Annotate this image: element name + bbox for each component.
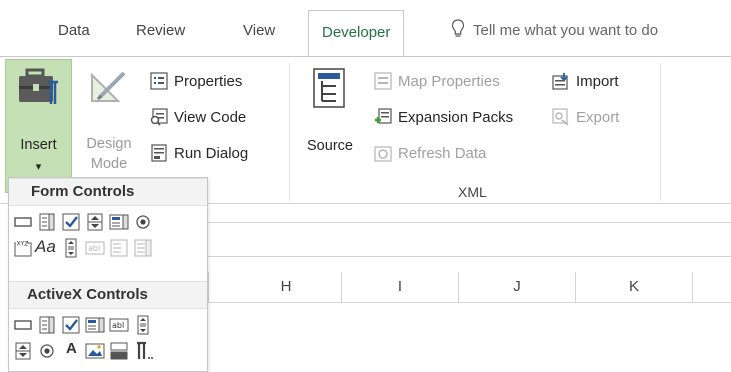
export-icon: [552, 108, 569, 126]
command-button-activex-icon[interactable]: [13, 315, 33, 335]
map-properties-button[interactable]: Map Properties: [374, 69, 500, 93]
column-header-i[interactable]: I: [341, 272, 458, 302]
group-separator: [660, 63, 661, 201]
label-activex-control[interactable]: A: [66, 340, 86, 360]
spin-button-control-icon[interactable]: [85, 212, 105, 232]
scroll-bar-control-icon[interactable]: [61, 238, 81, 258]
expansion-packs-button[interactable]: Expansion Packs: [374, 105, 513, 129]
list-box-activex-icon[interactable]: [85, 315, 105, 335]
tab-data[interactable]: Data: [58, 22, 90, 39]
view-code-label: View Code: [174, 108, 247, 126]
design-mode-icon: [91, 71, 126, 102]
view-code-button[interactable]: View Code: [150, 105, 246, 129]
insert-controls-dropdown: Form Controls XYZ Aa abl ActiveX Control…: [8, 177, 208, 372]
properties-button[interactable]: Properties: [150, 69, 242, 93]
import-label: Import: [576, 72, 619, 90]
text-box-activex-icon[interactable]: abl: [109, 315, 129, 335]
import-icon: [552, 73, 568, 90]
xml-group-label: XML: [458, 184, 487, 200]
more-controls-icon[interactable]: [133, 341, 153, 361]
excel-window: Data Review View Developer Tell me what …: [0, 0, 731, 372]
insert-button[interactable]: Insert ▾: [5, 59, 72, 193]
xml-source-icon: [313, 68, 345, 108]
spin-button-activex-icon[interactable]: [13, 341, 33, 361]
option-button-control-icon[interactable]: [133, 212, 153, 232]
group-box-control-icon[interactable]: XYZ: [13, 238, 33, 258]
svg-text:XYZ: XYZ: [17, 241, 29, 248]
design-mode-line2: Mode: [90, 156, 128, 172]
source-button[interactable]: Source: [300, 67, 360, 177]
ribbon-tab-bar: Data Review View Developer Tell me what …: [0, 0, 731, 57]
refresh-data-icon: [374, 146, 392, 162]
column-header-k[interactable]: K: [575, 272, 692, 302]
tab-developer[interactable]: Developer: [308, 10, 405, 57]
text-field-control-icon[interactable]: abl: [85, 238, 105, 258]
properties-icon: [150, 72, 168, 90]
insert-label: Insert: [20, 137, 57, 153]
map-properties-label: Map Properties: [398, 72, 500, 90]
refresh-data-label: Refresh Data: [398, 144, 487, 162]
combo-box-control-icon[interactable]: [37, 212, 57, 232]
import-button[interactable]: Import: [552, 69, 619, 93]
tab-review[interactable]: Review: [136, 22, 185, 39]
toolbox-icon: [19, 68, 58, 104]
column-header-j[interactable]: J: [458, 272, 575, 302]
formula-bar-divider: [208, 222, 731, 223]
column-header-divider: [208, 302, 731, 303]
column-header-h[interactable]: H: [208, 272, 341, 302]
group-separator: [289, 63, 290, 201]
export-button[interactable]: Export: [552, 105, 619, 129]
chevron-down-icon: ▾: [35, 161, 42, 173]
view-code-icon: [150, 108, 168, 126]
export-label: Export: [576, 108, 620, 126]
checkbox-activex-icon[interactable]: [61, 315, 81, 335]
combo-box-activex-icon[interactable]: [37, 315, 57, 335]
option-button-activex-icon[interactable]: [37, 341, 57, 361]
formula-bar-divider: [208, 256, 731, 257]
design-mode-button[interactable]: Design Mode: [78, 59, 140, 193]
run-dialog-icon: [151, 144, 167, 162]
column-header-next[interactable]: [692, 272, 731, 302]
combo-drop-down-edit-control-icon[interactable]: [133, 238, 153, 258]
expansion-packs-label: Expansion Packs: [398, 108, 514, 126]
list-box-control-icon[interactable]: [109, 212, 129, 232]
activex-controls-header: ActiveX Controls: [9, 281, 207, 309]
run-dialog-label: Run Dialog: [174, 144, 249, 162]
image-activex-icon[interactable]: [85, 341, 105, 361]
tab-view[interactable]: View: [243, 22, 275, 39]
checkbox-control-icon[interactable]: [61, 212, 81, 232]
label-control[interactable]: Aa: [35, 237, 63, 257]
form-controls-header: Form Controls: [9, 178, 207, 206]
design-mode-line1: Design: [86, 136, 132, 152]
refresh-data-button[interactable]: Refresh Data: [374, 141, 486, 165]
lightbulb-icon: [451, 19, 465, 37]
map-properties-icon: [374, 72, 392, 90]
source-label: Source: [307, 138, 353, 154]
tell-me-search[interactable]: Tell me what you want to do: [473, 22, 658, 39]
properties-label: Properties: [174, 72, 243, 90]
scroll-bar-activex-icon[interactable]: [133, 315, 153, 335]
expansion-packs-icon: [375, 108, 392, 124]
svg-text:abl: abl: [112, 321, 124, 330]
combo-list-edit-control-icon[interactable]: [109, 238, 129, 258]
svg-text:abl: abl: [88, 244, 100, 253]
toggle-button-activex-icon[interactable]: [109, 341, 129, 361]
run-dialog-button[interactable]: Run Dialog: [150, 141, 248, 165]
button-control-icon[interactable]: [13, 212, 33, 232]
